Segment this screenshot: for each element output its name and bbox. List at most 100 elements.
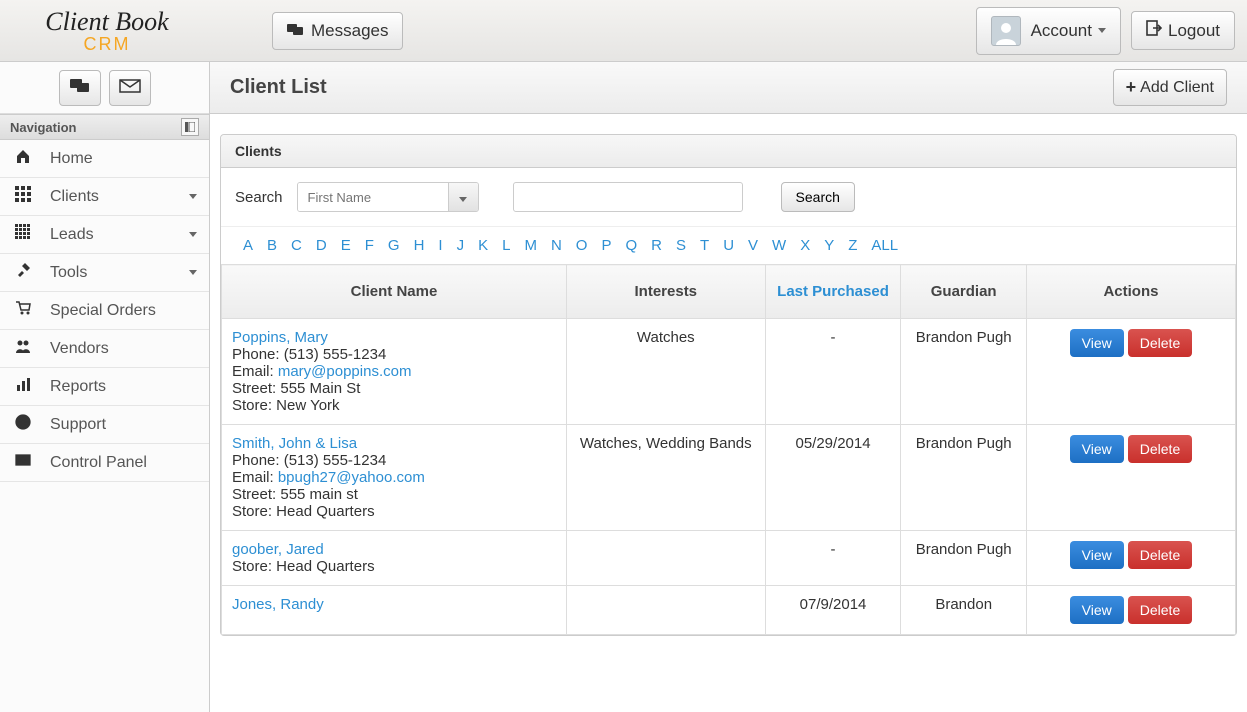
add-client-label: Add Client	[1140, 79, 1214, 97]
search-button[interactable]: Search	[781, 182, 855, 212]
alpha-filter-g[interactable]: G	[388, 237, 400, 254]
client-table: Client Name Interests Last Purchased Gua…	[221, 264, 1236, 635]
messages-icon	[287, 21, 305, 41]
view-button[interactable]: View	[1070, 596, 1124, 624]
chat-tool-button[interactable]	[59, 70, 101, 106]
cell-client-name: goober, JaredStore: Head Quarters	[222, 531, 567, 586]
messages-button[interactable]: Messages	[272, 12, 403, 50]
cell-client-name: Jones, Randy	[222, 586, 567, 635]
sidebar-item-leads[interactable]: Leads	[0, 216, 209, 254]
caret-down-icon	[189, 270, 197, 275]
delete-button[interactable]: Delete	[1128, 541, 1192, 569]
view-button[interactable]: View	[1070, 435, 1124, 463]
client-name-link[interactable]: Poppins, Mary	[232, 329, 328, 346]
search-field-dropdown-button[interactable]	[448, 183, 478, 211]
cart-icon	[14, 300, 32, 321]
grid4-icon	[14, 224, 32, 245]
alpha-filter-n[interactable]: N	[551, 237, 562, 254]
sidebar-item-support[interactable]: Support	[0, 406, 209, 444]
sidebar-item-reports[interactable]: Reports	[0, 368, 209, 406]
view-button[interactable]: View	[1070, 541, 1124, 569]
view-button[interactable]: View	[1070, 329, 1124, 357]
chart-icon	[14, 376, 32, 397]
alpha-filter-s[interactable]: S	[676, 237, 686, 254]
logout-button[interactable]: Logout	[1131, 11, 1235, 50]
th-client-name[interactable]: Client Name	[222, 265, 567, 319]
delete-button[interactable]: Delete	[1128, 329, 1192, 357]
search-field-input[interactable]	[298, 183, 448, 211]
alpha-filter-p[interactable]: P	[601, 237, 611, 254]
add-client-button[interactable]: + Add Client	[1113, 69, 1227, 106]
panel-icon	[14, 452, 32, 473]
client-email-link[interactable]: bpugh27@yahoo.com	[278, 469, 425, 486]
grid3-icon	[14, 186, 32, 207]
cell-guardian: Brandon	[901, 586, 1026, 635]
account-button[interactable]: Account	[976, 7, 1121, 55]
cell-last-purchased: -	[765, 319, 901, 425]
sidebar-item-tools[interactable]: Tools	[0, 254, 209, 292]
alpha-filter-z[interactable]: Z	[848, 237, 857, 254]
client-street: Street: 555 main st	[232, 486, 358, 503]
alpha-filter-y[interactable]: Y	[824, 237, 834, 254]
client-name-link[interactable]: goober, Jared	[232, 541, 324, 558]
th-interests[interactable]: Interests	[566, 265, 765, 319]
alpha-filter-i[interactable]: I	[438, 237, 442, 254]
alpha-filter-x[interactable]: X	[800, 237, 810, 254]
client-name-link[interactable]: Jones, Randy	[232, 596, 324, 613]
alpha-filter-w[interactable]: W	[772, 237, 786, 254]
alpha-filter-v[interactable]: V	[748, 237, 758, 254]
alpha-filter-k[interactable]: K	[478, 237, 488, 254]
people-icon	[14, 338, 32, 359]
th-guardian[interactable]: Guardian	[901, 265, 1026, 319]
client-name-link[interactable]: Smith, John & Lisa	[232, 435, 357, 452]
delete-button[interactable]: Delete	[1128, 435, 1192, 463]
alpha-filter-l[interactable]: L	[502, 237, 510, 254]
sidebar-item-vendors[interactable]: Vendors	[0, 330, 209, 368]
alpha-filter-d[interactable]: D	[316, 237, 327, 254]
table-row: goober, JaredStore: Head Quarters-Brando…	[222, 531, 1236, 586]
sidebar-item-control-panel[interactable]: Control Panel	[0, 444, 209, 482]
sidebar-item-home[interactable]: Home	[0, 140, 209, 178]
alpha-filter-a[interactable]: A	[243, 237, 253, 254]
page-title: Client List	[230, 76, 327, 99]
client-email-link[interactable]: mary@poppins.com	[278, 363, 412, 380]
cell-actions: ViewDelete	[1026, 425, 1235, 531]
alpha-filter-q[interactable]: Q	[625, 237, 637, 254]
caret-down-icon	[189, 232, 197, 237]
sidebar-item-label: Clients	[50, 188, 99, 206]
cell-last-purchased: -	[765, 531, 901, 586]
alpha-filter-o[interactable]: O	[576, 237, 588, 254]
sidebar-item-clients[interactable]: Clients	[0, 178, 209, 216]
mail-tool-button[interactable]	[109, 70, 151, 106]
sidebar-item-label: Control Panel	[50, 454, 147, 472]
table-row: Smith, John & LisaPhone: (513) 555-1234E…	[222, 425, 1236, 531]
search-input[interactable]	[513, 182, 743, 212]
collapse-icon[interactable]	[181, 118, 199, 136]
tools-icon	[14, 262, 32, 283]
table-header-row: Client Name Interests Last Purchased Gua…	[222, 265, 1236, 319]
search-field-combo[interactable]	[297, 182, 479, 212]
delete-button[interactable]: Delete	[1128, 596, 1192, 624]
alpha-filter-h[interactable]: H	[414, 237, 425, 254]
alpha-filter-all[interactable]: ALL	[871, 237, 898, 254]
topbar: Client Book CRM Messages Account Logout	[0, 0, 1247, 62]
alpha-filter-f[interactable]: F	[365, 237, 374, 254]
sidebar-item-label: Leads	[50, 226, 94, 244]
alpha-filter-c[interactable]: C	[291, 237, 302, 254]
logout-icon	[1146, 20, 1162, 41]
alpha-filter-b[interactable]: B	[267, 237, 277, 254]
table-row: Jones, Randy 07/9/2014Brandon ViewDelete	[222, 586, 1236, 635]
alpha-filter-j[interactable]: J	[457, 237, 465, 254]
alpha-filter-t[interactable]: T	[700, 237, 709, 254]
alpha-filter-r[interactable]: R	[651, 237, 662, 254]
cell-last-purchased: 07/9/2014	[765, 586, 901, 635]
alpha-filter-u[interactable]: U	[723, 237, 734, 254]
sidebar-item-special-orders[interactable]: Special Orders	[0, 292, 209, 330]
alpha-filter-m[interactable]: M	[524, 237, 537, 254]
cell-client-name: Poppins, MaryPhone: (513) 555-1234Email:…	[222, 319, 567, 425]
sidebar-item-label: Tools	[50, 264, 87, 282]
sidebar-item-label: Special Orders	[50, 302, 156, 320]
alpha-filter-e[interactable]: E	[341, 237, 351, 254]
search-label: Search	[235, 189, 283, 206]
th-last-purchased[interactable]: Last Purchased	[765, 265, 901, 319]
